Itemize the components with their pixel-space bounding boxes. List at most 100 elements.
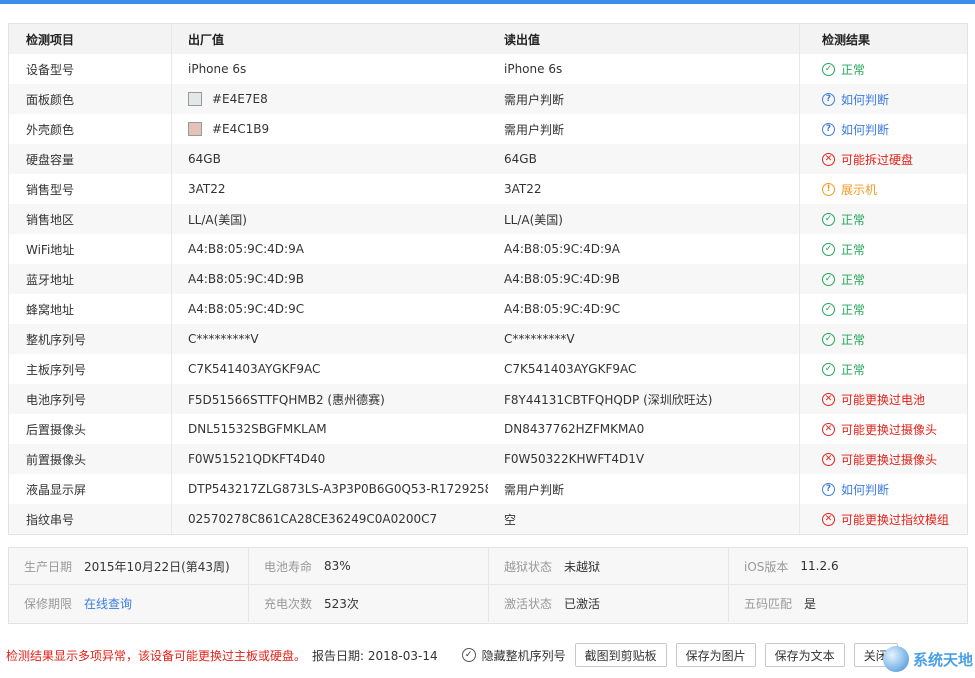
save-image-button[interactable]: 保存为图片 <box>675 643 756 667</box>
info-cell: 电池寿命 83% <box>249 548 489 585</box>
factory-value-text: LL/A(美国) <box>188 212 247 227</box>
factory-value: 3AT22 <box>172 174 488 204</box>
table-row: WiFi地址 A4:B8:05:9C:4D:9A A4:B8:05:9C:4D:9A… <box>9 234 967 264</box>
info-value: 已激活 <box>564 597 601 611</box>
hide-serial-label: 隐藏整机序列号 <box>481 648 566 663</box>
table-row: 液晶显示屏 DTP543217ZLG873LS-A3P3P0B6G0Q53-R17… <box>9 474 967 504</box>
factory-value: A4:B8:05:9C:4D:9C <box>172 294 488 324</box>
check-circle-icon: ✓ <box>822 242 835 256</box>
info-label: 激活状态 <box>504 597 553 611</box>
result-cell: ✓ 正常 <box>800 234 967 264</box>
result-cell: ? 如何判断 <box>800 114 967 144</box>
result-cell: ✕ 可能更换过电池 <box>800 384 967 414</box>
result-cell: ✓ 正常 <box>800 354 967 384</box>
factory-value-text: A4:B8:05:9C:4D:9C <box>188 302 305 316</box>
question-circle-icon: ? <box>822 122 835 136</box>
result-text: 正常 <box>841 332 866 347</box>
result-text: 正常 <box>841 62 866 77</box>
factory-value-text: C7K541403AYGKF9AC <box>188 362 321 376</box>
table-body: 设备型号 iPhone 6s iPhone 6s ✓ 正常 面板颜色 #E4E7E8 需用户判… <box>9 54 967 534</box>
status-badge: ✓ 正常 <box>822 301 865 318</box>
item-name: 主板序列号 <box>9 354 172 384</box>
item-name: 蓝牙地址 <box>9 264 172 294</box>
factory-value: A4:B8:05:9C:4D:9A <box>172 234 488 264</box>
device-info-panel: 生产日期 2015年10月22日(第43周) 电池寿命 83% 越狱状态 未越狱 iOS版本… <box>8 547 968 624</box>
table-row: 硬盘容量 64GB 64GB ✕ 可能拆过硬盘 <box>9 144 967 174</box>
check-circle-icon: ✓ <box>822 272 835 286</box>
header-factory: 出厂值 <box>188 32 225 47</box>
result-text: 如何判断 <box>841 92 890 107</box>
item-name: WiFi地址 <box>9 234 172 264</box>
read-value: 64GB <box>488 144 800 174</box>
table-row: 前置摄像头 F0W51521QDKFT4D40 F0W50322KHWFT4D1V ✕… <box>9 444 967 474</box>
info-cell: iOS版本 11.2.6 <box>729 548 967 585</box>
result-cell: ? 如何判断 <box>800 474 967 504</box>
info-value: 是 <box>804 597 817 611</box>
save-text-button[interactable]: 保存为文本 <box>764 643 845 667</box>
read-value: F8Y44131CBTFQHQDP (深圳欣旺达) <box>488 384 800 414</box>
item-name: 销售地区 <box>9 204 172 234</box>
status-badge: ✓ 正常 <box>822 361 865 378</box>
watermark-text: 系统天地 <box>912 650 973 669</box>
read-value: C*********V <box>488 324 800 354</box>
header-item: 检测项目 <box>9 24 172 54</box>
info-label: 电池寿命 <box>264 559 313 574</box>
status-badge[interactable]: ? 如何判断 <box>822 481 889 498</box>
info-cell: 生产日期 2015年10月22日(第43周) <box>9 548 249 585</box>
status-badge[interactable]: ? 如何判断 <box>822 91 889 108</box>
question-circle-icon: ? <box>822 482 835 496</box>
status-badge: ✕ 可能更换过摄像头 <box>822 421 937 438</box>
x-circle-icon: ✕ <box>822 452 835 466</box>
footer-bar: 检测结果显示多项异常，该设备可能更换过主板或硬盘。 报告日期: 2018-03-… <box>0 640 975 670</box>
factory-value: #E4E7E8 <box>172 84 488 114</box>
factory-value-text: DTP543217ZLG873LS-A3P3P0B6G0Q53-R1729258… <box>188 482 488 496</box>
top-accent-bar <box>0 0 975 4</box>
factory-value: DNL51532SBGFMKLAM <box>172 414 488 444</box>
check-circle-icon: ✓ <box>822 212 835 226</box>
x-circle-icon: ✕ <box>822 422 835 436</box>
table-row: 电池序列号 F5D51566STTFQHMB2 (惠州德赛) F8Y44131CBT… <box>9 384 967 414</box>
factory-value: C*********V <box>172 324 488 354</box>
color-swatch <box>188 92 202 106</box>
table-row: 面板颜色 #E4E7E8 需用户判断? 如何判断 <box>9 84 967 114</box>
factory-value-text: 3AT22 <box>188 182 226 196</box>
x-circle-icon: ✕ <box>822 392 835 406</box>
factory-value-text: F0W51521QDKFT4D40 <box>188 452 326 466</box>
globe-icon <box>882 646 909 672</box>
read-value: 空 <box>488 504 800 534</box>
item-name: 液晶显示屏 <box>9 474 172 504</box>
item-name: 后置摄像头 <box>9 414 172 444</box>
status-badge: ✓ 正常 <box>822 241 865 258</box>
result-text: 如何判断 <box>841 482 890 497</box>
status-badge: ✕ 可能拆过硬盘 <box>822 151 913 168</box>
factory-value-text: C*********V <box>188 332 259 346</box>
result-text: 如何判断 <box>841 122 890 137</box>
info-cell: 五码匹配是 <box>729 585 967 622</box>
factory-value: #E4C1B9 <box>172 114 488 144</box>
factory-value: LL/A(美国) <box>172 204 488 234</box>
read-value: 3AT22 <box>488 174 800 204</box>
check-circle-icon: ✓ <box>822 362 835 376</box>
factory-value-text: DNL51532SBGFMKLAM <box>188 422 327 436</box>
table-row: 外壳颜色 #E4C1B9 需用户判断? 如何判断 <box>9 114 967 144</box>
status-badge[interactable]: ? 如何判断 <box>822 121 889 138</box>
table-row: 销售地区 LL/A(美国) LL/A(美国) ✓ 正常 <box>9 204 967 234</box>
info-label: 生产日期 <box>24 559 73 574</box>
exclamation-circle-icon: ! <box>822 182 835 196</box>
hide-serial-checkbox[interactable]: ✓ 隐藏整机序列号 <box>461 647 566 664</box>
result-text: 正常 <box>841 242 866 257</box>
detection-table: 检测项目 出厂值 读出值 检测结果 设备型号 iPhone 6s iPhone 6s… <box>8 23 968 535</box>
result-text: 可能更换过摄像头 <box>841 452 938 467</box>
table-row: 销售型号 3AT22 3AT22! 展示机 <box>9 174 967 204</box>
item-name: 面板颜色 <box>9 84 172 114</box>
result-cell: ✕ 可能拆过硬盘 <box>800 144 967 174</box>
table-header-row: 检测项目 出厂值 读出值 检测结果 <box>9 24 967 54</box>
factory-value-text: iPhone 6s <box>188 62 247 76</box>
header-result: 检测结果 <box>822 32 871 47</box>
factory-value: DTP543217ZLG873LS-A3P3P0B6G0Q53-R1729258… <box>172 474 488 504</box>
item-name: 销售型号 <box>9 174 172 204</box>
info-cell: 保修期限 在线查询 <box>9 585 249 622</box>
clipboard-button[interactable]: 截图到剪贴板 <box>574 643 667 667</box>
warranty-link[interactable]: 在线查询 <box>84 595 132 612</box>
info-cell: 越狱状态 未越狱 <box>489 548 729 585</box>
